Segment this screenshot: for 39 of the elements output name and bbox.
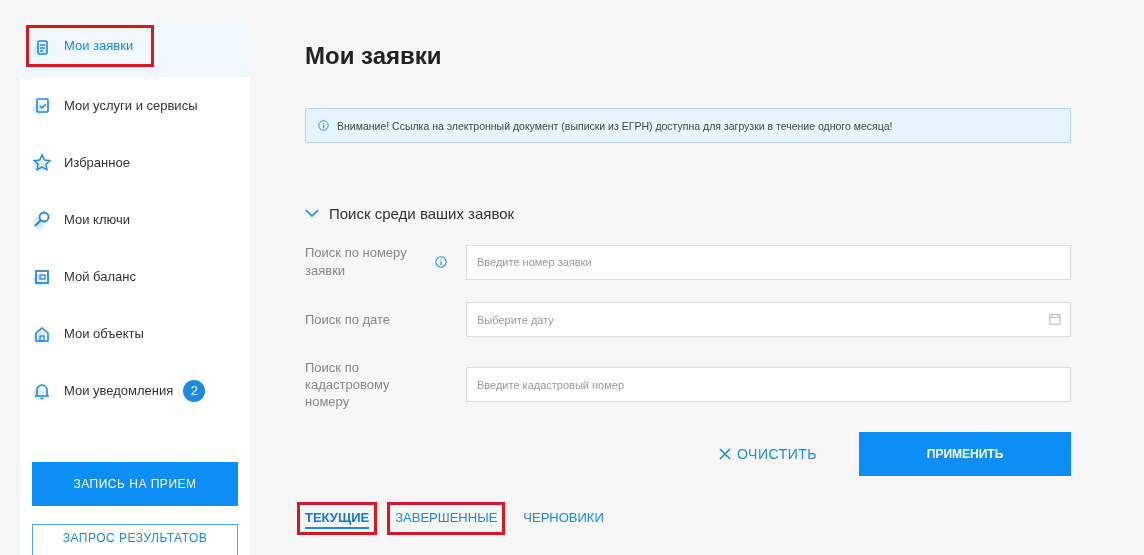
tab[interactable]: ТЕКУЩИЕ: [297, 502, 378, 535]
key-icon: [32, 209, 52, 230]
info-icon[interactable]: [435, 256, 447, 268]
sidebar-item[interactable]: Избранное: [20, 134, 250, 191]
calendar-icon: [1049, 313, 1061, 325]
tab[interactable]: ЗАВЕРШЕННЫЕ: [387, 502, 506, 535]
star-icon: [32, 152, 52, 173]
sidebar-item[interactable]: Мои ключи: [20, 191, 250, 248]
sidebar-item[interactable]: Мои услуги и сервисы: [20, 77, 250, 134]
sidebar-item-label: Мои ключи: [64, 212, 130, 227]
appointment-button[interactable]: ЗАПИСЬ НА ПРИЕМ: [32, 462, 238, 506]
field-label: Поиск по кадастровому номеру: [305, 359, 391, 410]
close-icon: [719, 448, 731, 460]
input-field[interactable]: Введите кадастровый номер: [466, 367, 1071, 402]
sidebar-item-label: Мои заявки: [64, 38, 134, 53]
notification-count: 2: [183, 379, 206, 402]
sidebar-item-label: Избранное: [64, 155, 130, 170]
date-field[interactable]: Выберите дату: [466, 302, 1071, 337]
page-title: Мои заявки: [305, 42, 443, 70]
apply-button[interactable]: ПРИМЕНИТЬ: [859, 432, 1071, 476]
sidebar-item-label: Мои объекты: [64, 326, 144, 341]
search-toggle[interactable]: Поиск среди ваших заявок: [305, 205, 1071, 222]
sidebar-item[interactable]: Мои заявки: [20, 20, 250, 77]
clear-button[interactable]: ОЧИСТИТЬ: [713, 445, 823, 463]
chevron-icon: [305, 209, 319, 218]
tab[interactable]: ЧЕРНОВИКИ: [515, 502, 612, 535]
info-icon: [318, 120, 329, 131]
sidebar-item[interactable]: Мой баланс: [20, 248, 250, 305]
request-button[interactable]: ЗАПРОС РЕЗУЛЬТАТОВ: [32, 524, 238, 555]
input-field[interactable]: Введите номер заявки: [466, 244, 1071, 280]
field-label: Поиск по дате: [305, 311, 392, 328]
checklist-icon: [32, 95, 52, 116]
sidebar-item[interactable]: Мои объекты: [20, 305, 250, 362]
sidebar-item-label: Мои услуги и сервисы: [64, 98, 198, 113]
sidebar-item-label: Мои уведомления: [64, 383, 174, 398]
field-label: Поиск по номеру заявки: [305, 244, 408, 280]
sidebar-item-label: Мой баланс: [64, 269, 136, 284]
sidebar-item[interactable]: Мои уведомления 2: [20, 362, 250, 419]
notice-text: Внимание! Ссылка на электронный документ (выписки из ЕГРН) доступна для загрузки в течение одного месяца!: [337, 119, 893, 132]
